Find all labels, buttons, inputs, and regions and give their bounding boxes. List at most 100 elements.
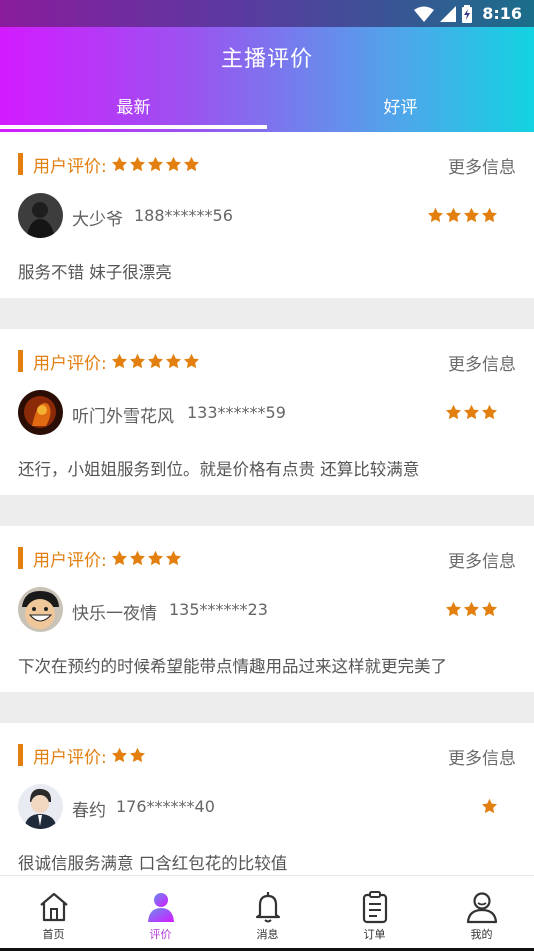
- star-icon: [482, 207, 497, 223]
- review-card: 用户评价: 更多信息 听门外雪花风 133******59 还行，小姐姐服务到位…: [0, 329, 534, 495]
- star-icon: [482, 601, 497, 617]
- user-phone: 176******40: [116, 797, 215, 816]
- star-icon: [446, 404, 461, 420]
- user-phone: 133******59: [187, 403, 286, 422]
- more-info-link[interactable]: 更多信息: [448, 350, 516, 375]
- star-icon: [165, 353, 181, 368]
- nav-orders-label: 订单: [363, 928, 386, 941]
- user-stars: [427, 207, 498, 224]
- user-row: 大少爷 188******56: [18, 193, 516, 238]
- nav-reviews[interactable]: 评价: [107, 876, 214, 942]
- accent-bar: [18, 350, 23, 372]
- rating-label: 用户评价:: [33, 156, 107, 177]
- accent-bar: [18, 744, 23, 766]
- nav-messages[interactable]: 消息: [214, 876, 321, 942]
- review-card: 用户评价: 更多信息 春约 176******40 很诚信服务满意 口含红包花的…: [0, 723, 534, 875]
- nav-profile[interactable]: 我的: [428, 876, 534, 942]
- star-icon: [464, 207, 479, 223]
- user-row: 听门外雪花风 133******59: [18, 390, 516, 435]
- user-row: 春约 176******40: [18, 784, 516, 829]
- star-icon: [482, 798, 497, 814]
- battery-icon: [462, 4, 473, 23]
- user-name: 听门外雪花风: [72, 407, 174, 427]
- card-header: 用户评价:: [18, 152, 200, 177]
- bottom-nav: 首页 评价 消息 订单 我的: [0, 875, 534, 951]
- user-name: 快乐一夜情: [72, 604, 157, 624]
- star-icon: [464, 601, 479, 617]
- review-card: 用户评价: 更多信息 大少爷 188******56 服务不错 妹子很漂亮: [0, 132, 534, 298]
- review-card: 用户评价: 更多信息 快乐一夜情 135******23 下次在预约的时候希望能…: [0, 526, 534, 692]
- nav-profile-label: 我的: [470, 928, 493, 941]
- star-icon: [111, 747, 127, 762]
- star-icon: [147, 550, 163, 565]
- card-header: 用户评价:: [18, 743, 146, 768]
- user-name: 春约: [72, 801, 106, 821]
- more-info-link[interactable]: 更多信息: [448, 153, 516, 178]
- star-icon: [147, 156, 163, 171]
- nav-home[interactable]: 首页: [0, 876, 107, 942]
- avatar: [18, 193, 63, 238]
- star-icon: [183, 353, 199, 368]
- rating-label: 用户评价:: [33, 353, 107, 374]
- avatar: [18, 784, 63, 829]
- nav-orders[interactable]: 订单: [321, 876, 428, 942]
- tab-latest[interactable]: 最新: [0, 93, 267, 118]
- signal-icon: [440, 5, 457, 22]
- star-icon: [111, 156, 127, 171]
- status-bar: 8:16: [0, 0, 534, 27]
- user-phone: 135******23: [169, 600, 268, 619]
- rating-stars: [111, 156, 200, 173]
- card-header: 用户评价:: [18, 349, 200, 374]
- user-phone: 188******56: [134, 206, 233, 225]
- nav-reviews-label: 评价: [149, 928, 172, 941]
- star-icon: [111, 353, 127, 368]
- wifi-icon: [414, 6, 435, 22]
- tab-indicator: [0, 125, 267, 129]
- star-icon: [147, 353, 163, 368]
- avatar: [18, 587, 63, 632]
- home-icon: [39, 892, 68, 922]
- star-icon: [129, 747, 145, 762]
- user-icon: [466, 892, 497, 924]
- user-row: 快乐一夜情 135******23: [18, 587, 516, 632]
- review-comment: 很诚信服务满意 口含红包花的比较值: [18, 854, 288, 873]
- review-comment: 服务不错 妹子很漂亮: [18, 263, 172, 282]
- star-icon: [482, 404, 497, 420]
- rating-stars: [111, 353, 200, 370]
- card-header: 用户评价:: [18, 546, 182, 571]
- review-comment: 下次在预约的时候希望能带点情趣用品过来这样就更完美了: [18, 657, 447, 676]
- page-title: 主播评价: [220, 47, 313, 72]
- user-name: 大少爷: [72, 210, 123, 230]
- more-info-link[interactable]: 更多信息: [448, 547, 516, 572]
- header: 主播评价 最新 好评: [0, 27, 534, 132]
- star-icon: [446, 207, 461, 223]
- clipboard-icon: [362, 891, 387, 924]
- star-icon: [165, 156, 181, 171]
- nav-home-label: 首页: [42, 928, 65, 941]
- star-icon: [129, 156, 145, 171]
- star-icon: [129, 353, 145, 368]
- star-icon: [111, 550, 127, 565]
- user-stars: [445, 404, 498, 421]
- star-icon: [129, 550, 145, 565]
- rating-label: 用户评价:: [33, 747, 107, 768]
- user-stars: [481, 798, 498, 815]
- review-list[interactable]: 用户评价: 更多信息 大少爷 188******56 服务不错 妹子很漂亮 用户…: [0, 132, 534, 875]
- user-stars: [445, 601, 498, 618]
- star-icon: [428, 207, 443, 223]
- star-icon: [464, 404, 479, 420]
- rating-stars: [111, 550, 182, 567]
- status-icons: 8:16: [414, 3, 522, 24]
- more-info-link[interactable]: 更多信息: [448, 744, 516, 769]
- nav-messages-label: 消息: [256, 928, 279, 941]
- accent-bar: [18, 153, 23, 175]
- star-icon: [165, 550, 181, 565]
- star-icon: [446, 601, 461, 617]
- rating-label: 用户评价:: [33, 550, 107, 571]
- tab-good-reviews[interactable]: 好评: [267, 93, 534, 118]
- avatar: [18, 390, 63, 435]
- review-person-icon: [147, 893, 174, 922]
- accent-bar: [18, 547, 23, 569]
- review-comment: 还行，小姐姐服务到位。就是价格有点贵 还算比较满意: [18, 460, 420, 479]
- star-icon: [183, 156, 199, 171]
